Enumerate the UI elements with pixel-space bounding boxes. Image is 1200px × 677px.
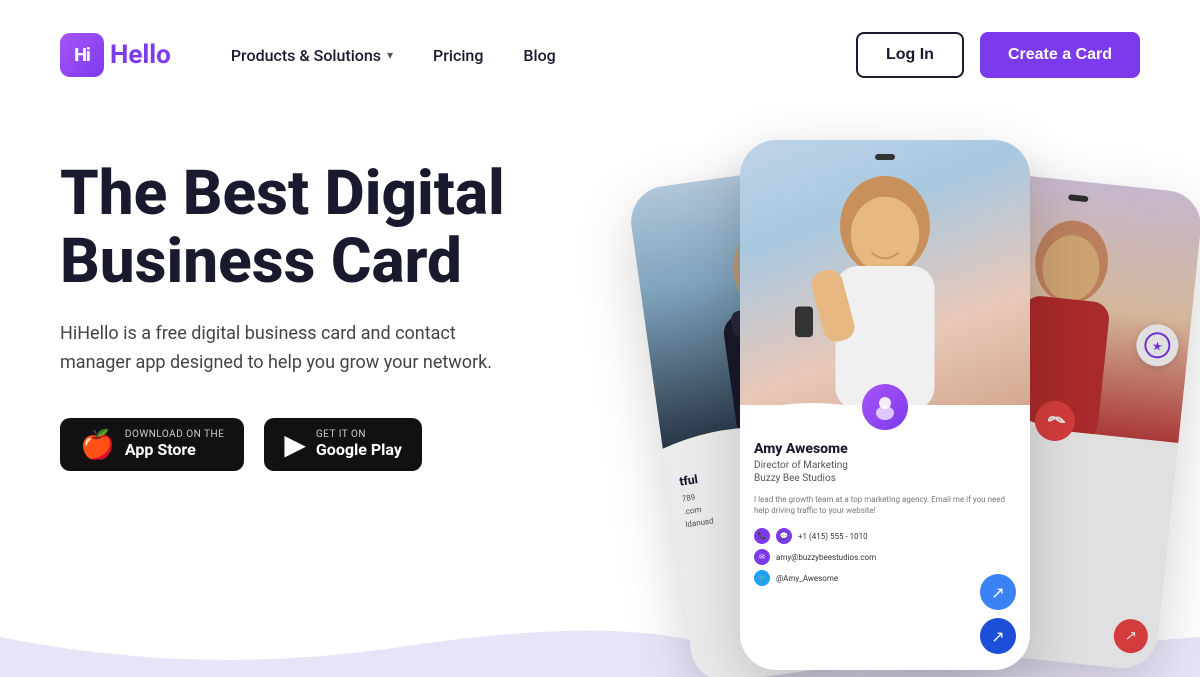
hero-title: The Best Digital Business Card — [60, 160, 610, 296]
logo-icon: Hi — [60, 33, 104, 77]
navbar: Hi Hello Products & Solutions ▾ Pricing … — [0, 0, 1200, 110]
main-card-name: Amy Awesome — [754, 441, 1016, 457]
right-action-btn[interactable]: ↗ — [1112, 617, 1149, 654]
main-card-phone: +1 (415) 555 - 1010 — [798, 532, 868, 541]
award-icon: ★ — [1142, 330, 1173, 361]
twitter-icon: 🐦 — [754, 570, 770, 586]
right-action-buttons: ↗ — [1112, 617, 1149, 654]
nav-pricing[interactable]: Pricing — [433, 46, 483, 65]
hero-content: The Best Digital Business Card HiHello i… — [60, 110, 610, 471]
chevron-down-icon: ▾ — [387, 48, 393, 62]
store-buttons: 🍎 Download on the App Store ▶ GET IT ON … — [60, 418, 610, 471]
main-card-bio: I lead the growth team at a top marketin… — [754, 494, 1016, 516]
create-card-button[interactable]: Create a Card — [980, 32, 1140, 78]
hero-phones: tful 789 .com ldanusd ↪ — [610, 110, 1140, 677]
brand-avatar-main — [862, 384, 908, 430]
google-play-icon: ▶ — [284, 428, 306, 461]
app-store-button[interactable]: 🍎 Download on the App Store — [60, 418, 244, 471]
logo-text: Hello — [110, 40, 171, 70]
sms-icon: 💬 — [776, 528, 792, 544]
main-card-title: Director of Marketing — [754, 460, 1016, 471]
infinity-icon — [1043, 409, 1067, 433]
nav-blog[interactable]: Blog — [523, 46, 555, 65]
main-card-company: Buzzy Bee Studios — [754, 473, 1016, 484]
nav-links: Products & Solutions ▾ Pricing Blog — [231, 46, 856, 65]
contact-phone-row: 📞 💬 +1 (415) 555 - 1010 — [754, 528, 1016, 544]
svg-text:★: ★ — [1151, 339, 1163, 354]
logo[interactable]: Hi Hello — [60, 33, 171, 77]
main-action-buttons: ↗ ↗ — [980, 574, 1016, 654]
phone-card-main: Amy Awesome Director of Marketing Buzzy … — [740, 140, 1030, 670]
phones-container: tful 789 .com ldanusd ↪ — [660, 120, 1180, 677]
person-silhouette-woman — [740, 167, 1030, 406]
login-button[interactable]: Log In — [856, 32, 964, 78]
main-card-twitter: @Amy_Awesome — [776, 574, 838, 583]
google-play-button[interactable]: ▶ GET IT ON Google Play — [264, 418, 422, 471]
save-button[interactable]: ↗ — [980, 618, 1016, 654]
hero-section: The Best Digital Business Card HiHello i… — [0, 110, 1200, 677]
nav-products[interactable]: Products & Solutions ▾ — [231, 46, 393, 65]
contact-twitter-row: 🐦 @Amy_Awesome — [754, 570, 1016, 586]
nav-actions: Log In Create a Card — [856, 32, 1140, 78]
apple-icon: 🍎 — [80, 428, 115, 461]
main-phone-photo — [740, 140, 1030, 405]
email-icon: ✉ — [754, 549, 770, 565]
hero-description: HiHello is a free digital business card … — [60, 320, 520, 378]
main-card-email: amy@buzzybeestudios.com — [776, 553, 876, 562]
phone-notch-main — [875, 154, 895, 160]
main-card-content: Amy Awesome Director of Marketing Buzzy … — [740, 427, 1030, 596]
phone-icon: 📞 — [754, 528, 770, 544]
contact-email-row: ✉ amy@buzzybeestudios.com — [754, 549, 1016, 565]
brand-icon — [872, 394, 898, 420]
share-button[interactable]: ↗ — [980, 574, 1016, 610]
